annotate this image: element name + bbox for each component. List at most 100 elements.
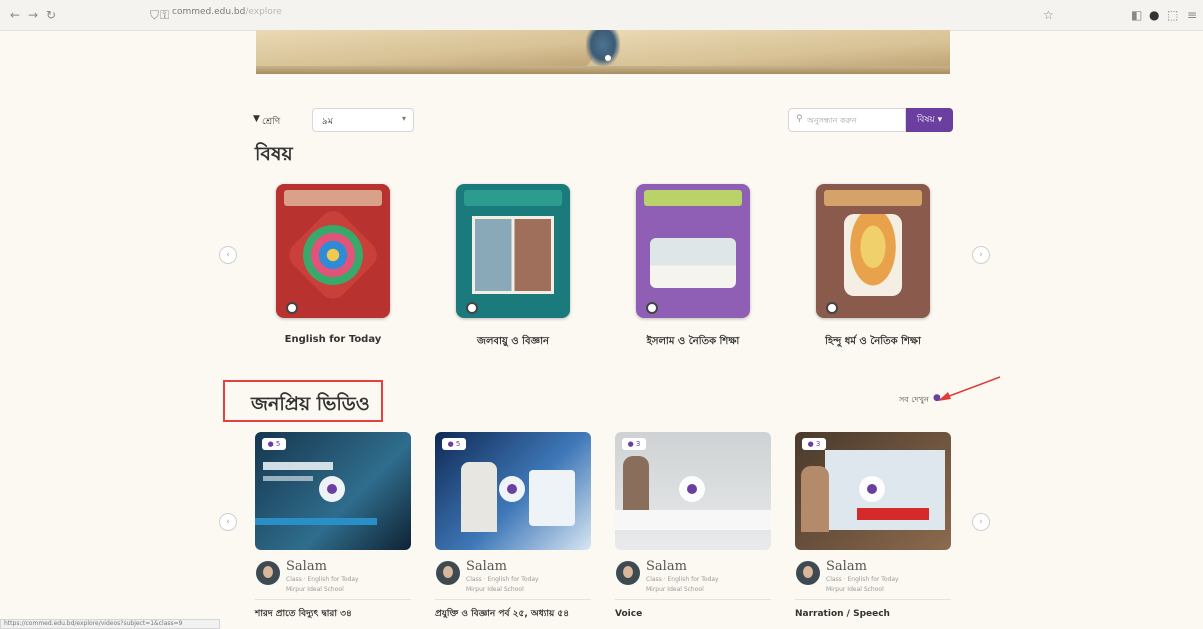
filter-icon: ▼ — [253, 114, 260, 124]
book-cover-art — [650, 238, 736, 288]
subtitle-strip-image — [615, 510, 771, 530]
divider — [435, 599, 591, 600]
publisher-logo-icon — [466, 302, 478, 314]
author-name[interactable]: Salam — [826, 559, 867, 574]
book-title[interactable]: English for Today — [248, 334, 418, 345]
publisher-logo-icon — [826, 302, 838, 314]
url-text: commed.edu.bd/explore — [172, 7, 282, 17]
url-host: commed.edu.bd — [172, 7, 246, 17]
carousel-prev-button[interactable]: ‹ — [219, 246, 237, 264]
book-edge-image — [256, 66, 950, 74]
views-badge: ● 3 — [622, 438, 646, 450]
url-path: /explore — [245, 7, 282, 17]
book-cover-art — [472, 216, 554, 294]
play-icon[interactable] — [499, 476, 525, 502]
video-card-thumbnail[interactable]: ● 5 — [435, 432, 591, 550]
views-badge: ● 3 — [802, 438, 826, 450]
author-meta: Mirpur Ideal School — [466, 586, 524, 593]
book-title[interactable]: ইসলাম ও নৈতিক শিক্ষা — [608, 334, 778, 351]
presenter-image — [461, 462, 497, 532]
menu-icon[interactable]: ≡ — [1187, 8, 1197, 22]
book-title[interactable]: হিন্দু ধর্ম ও নৈতিক শিক্ষা — [788, 334, 958, 351]
book-title[interactable]: জলবায়ু ও বিজ্ঞান — [428, 334, 598, 351]
video-carousel-next-button[interactable]: › — [972, 513, 990, 531]
shield-icon[interactable]: ◧ — [1131, 8, 1142, 22]
play-icon[interactable] — [319, 476, 345, 502]
book-card-cover[interactable] — [636, 184, 750, 318]
book-card-cover[interactable] — [456, 184, 570, 318]
carousel-next-button[interactable]: › — [972, 246, 990, 264]
class-select[interactable]: ৯ম ▾ — [312, 108, 414, 132]
video-card-thumbnail[interactable]: ● 3 — [615, 432, 771, 550]
see-all-link[interactable]: সব দেখুন — [899, 394, 929, 407]
book-cover-art — [844, 214, 902, 296]
shield-icon: ⛉ — [150, 8, 160, 22]
popular-videos-heading: জনপ্রিয় ভিডিও — [251, 393, 370, 415]
screen-image — [529, 470, 575, 526]
views-badge: ● 5 — [442, 438, 466, 450]
book-spine-image — [586, 30, 620, 66]
divider — [795, 599, 951, 600]
reload-icon[interactable]: ↻ — [46, 8, 56, 22]
arrow-left-icon[interactable]: ← — [10, 8, 20, 22]
search-placeholder: অনুসন্ধান করুন — [807, 116, 857, 125]
avatar[interactable] — [436, 561, 460, 585]
publisher-logo-icon — [286, 302, 298, 314]
link-status-tooltip: https://commed.edu.bd/explore/videos?sub… — [0, 619, 220, 629]
avatar[interactable] — [256, 561, 280, 585]
search-input[interactable]: ⚲ অনুসন্ধান করুন — [788, 108, 906, 132]
presenter-image — [801, 466, 829, 532]
author-meta: Mirpur Ideal School — [286, 586, 344, 593]
extensions-icon[interactable]: ⬚ — [1167, 8, 1178, 22]
thumbnail-text-image — [263, 476, 313, 481]
slide-banner-image — [857, 508, 929, 520]
subject-button-label: বিষয় — [916, 115, 935, 125]
search-icon: ⚲ — [796, 114, 803, 124]
play-icon[interactable] — [679, 476, 705, 502]
star-icon[interactable]: ☆ — [1043, 8, 1054, 22]
book-title-band — [464, 190, 562, 206]
author-meta: Class · English for Today — [646, 576, 719, 583]
author-name[interactable]: Salam — [646, 559, 687, 574]
book-title-band — [644, 190, 742, 206]
video-card-thumbnail[interactable]: ● 3 — [795, 432, 951, 550]
chevron-down-icon: ▾ — [937, 115, 943, 125]
book-cover-art — [283, 205, 383, 305]
author-meta: Class · English for Today — [466, 576, 539, 583]
video-title[interactable]: শারদ প্রাতে বিদ্যুৎ দ্বারা ৩৪ — [255, 608, 411, 620]
hero-banner — [256, 30, 950, 74]
class-filter-label: শ্রেণি — [262, 117, 281, 127]
play-icon[interactable] — [859, 476, 885, 502]
book-card-cover[interactable] — [816, 184, 930, 318]
avatar[interactable] — [616, 561, 640, 585]
video-title[interactable]: Voice — [615, 608, 771, 620]
address-bar[interactable]: ⛉ ⚿ commed.edu.bd/explore — [150, 6, 1000, 24]
avatar[interactable] — [796, 561, 820, 585]
divider — [255, 599, 411, 600]
book-card-cover[interactable] — [276, 184, 390, 318]
video-title[interactable]: Narration / Speech — [795, 608, 951, 620]
video-card-thumbnail[interactable]: ● 5 — [255, 432, 411, 550]
divider — [615, 599, 771, 600]
author-meta: Mirpur Ideal School — [646, 586, 704, 593]
author-meta: Class · English for Today — [826, 576, 899, 583]
video-carousel-prev-button[interactable]: ‹ — [219, 513, 237, 531]
class-select-value: ৯ম — [322, 117, 333, 127]
book-title-band — [284, 190, 382, 206]
browser-toolbar: ← → ↻ ⛉ ⚿ commed.edu.bd/explore ☆ ◧ ● ⬚ … — [0, 0, 1203, 31]
video-title[interactable]: প্রযুক্তি ও বিজ্ঞান পর্ব ২৫, অধ্যায় ৫৪ — [435, 608, 591, 620]
author-name[interactable]: Salam — [286, 559, 327, 574]
carousel-dot[interactable] — [605, 55, 611, 61]
author-name[interactable]: Salam — [466, 559, 507, 574]
book-title-band — [824, 190, 922, 206]
profile-icon[interactable]: ● — [1149, 8, 1159, 22]
views-badge: ● 5 — [262, 438, 286, 450]
subject-dropdown-button[interactable]: বিষয় ▾ — [906, 108, 953, 132]
presenter-image — [623, 456, 649, 516]
chevron-down-icon: ▾ — [401, 114, 406, 123]
lock-icon: ⚿ — [160, 8, 170, 22]
arrow-right-icon[interactable]: → — [28, 8, 38, 22]
red-arrow-annotation — [938, 376, 1001, 401]
thumbnail-banner-image — [255, 518, 377, 525]
author-meta: Class · English for Today — [286, 576, 359, 583]
